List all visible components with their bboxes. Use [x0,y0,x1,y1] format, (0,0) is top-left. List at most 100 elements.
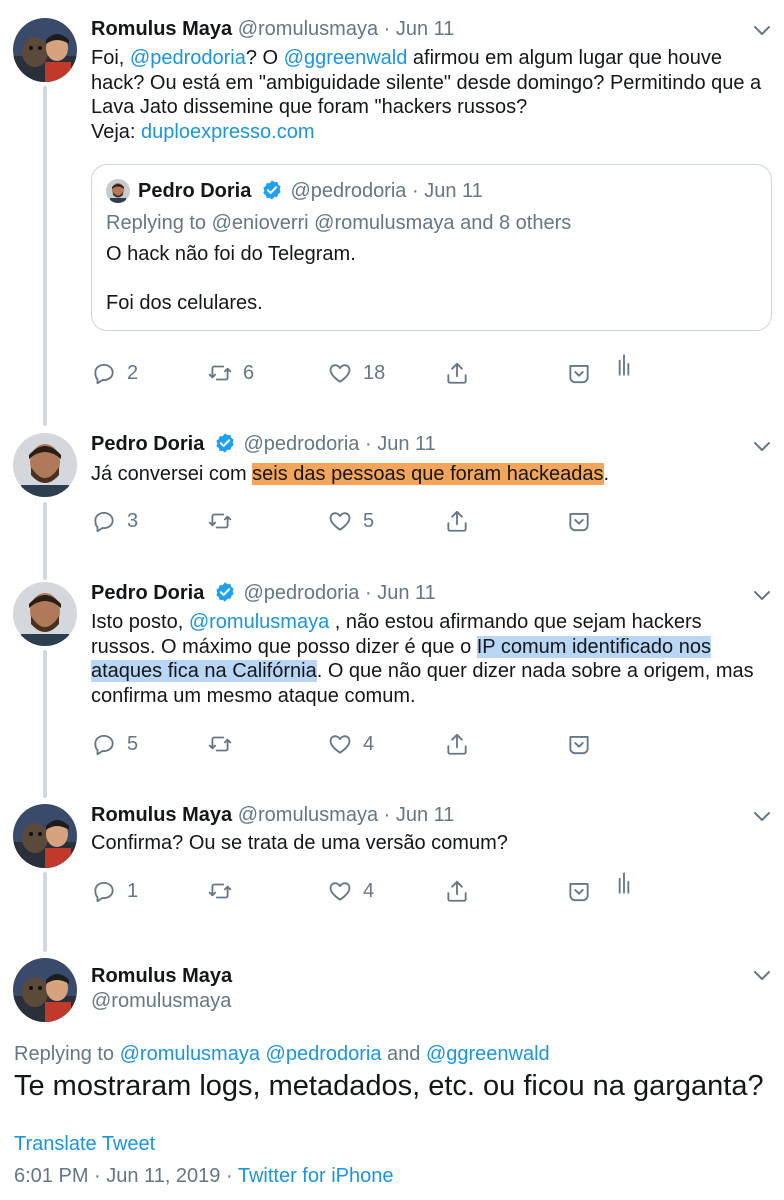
retweet-icon [208,365,232,381]
verified-badge-icon [216,582,234,602]
replying-last-handle[interactable]: @ggreenwald [426,1043,550,1065]
avatar-pedro[interactable] [13,582,77,646]
tweet-date[interactable]: Jun 11 [396,18,455,40]
share-button[interactable] [444,360,470,386]
analytics-button[interactable] [611,352,637,378]
separator-dot: · [383,804,391,826]
text-segment: Veja: [91,120,142,143]
tweet-timestamp: 6:01 PM · Jun 11, 2019 · Twitter for iPh… [14,1165,393,1188]
main-author-handle[interactable]: @romulusmaya [91,990,231,1013]
tweet-header: Romulus Maya @romulusmaya · Jun 11 [91,803,454,827]
mention-link[interactable]: @romulusmaya [189,611,329,633]
tweet-date[interactable]: Jun 11 [377,433,436,455]
translate-tweet-link[interactable]: Translate Tweet [14,1133,155,1156]
share-button[interactable] [444,878,470,904]
like-icon [329,364,351,383]
tip-button[interactable] [566,360,592,386]
share-icon [447,510,467,532]
text-segment: . [603,463,610,485]
replying-prefix: Replying to [14,1043,120,1065]
analytics-icon [618,872,630,894]
tip-button[interactable] [566,878,592,904]
tweet-date[interactable]: Jun 11 [377,582,436,604]
quote-text-line2: Foi dos celulares. [106,292,263,314]
like-button[interactable]: 18 [327,360,385,386]
chevron-down-icon[interactable] [752,806,772,826]
avatar-romulus[interactable] [13,804,77,868]
chevron-down-icon[interactable] [752,20,772,40]
author-name[interactable]: Romulus Maya [91,804,232,826]
source-link[interactable]: Twitter for iPhone [238,1165,394,1187]
reply-button[interactable]: 3 [91,508,138,534]
analytics-button[interactable] [611,870,637,896]
main-author-name[interactable]: Romulus Maya [91,965,232,988]
tweet-header: Pedro Doria @pedrodoria · Jun 11 [91,581,436,605]
highlighted-text: seis das pessoas que foram hackeadas [252,463,604,485]
tweet-date[interactable]: Jun 11 [396,804,455,826]
author-handle[interactable]: @pedrodoria [243,433,359,455]
avatar-romulus[interactable] [13,18,77,82]
retweet-button[interactable] [207,508,233,534]
author-handle[interactable]: @romulusmaya [238,18,378,40]
thread-line [43,872,47,952]
heart-in-box-icon [569,365,589,384]
separator-dot: · [364,582,372,604]
share-button[interactable] [444,508,470,534]
replying-to: Replying to @romulusmaya @pedrodoria and… [14,1043,550,1066]
like-icon [329,882,351,901]
separator-dot: · [383,18,391,40]
text-segment: Isto posto, [91,611,189,633]
retweet-button[interactable]: 6 [207,360,254,386]
like-icon [329,735,351,754]
separator-dot: · [411,180,419,202]
tweet-text: Confirma? Ou se trata de uma versão comu… [91,832,508,854]
tip-button[interactable] [566,508,592,534]
like-button[interactable]: 4 [327,878,374,904]
text-segment: Foi, [91,47,130,69]
like-button[interactable]: 4 [327,731,374,757]
author-name[interactable]: Pedro Doria [91,582,204,604]
author-handle[interactable]: @romulusmaya [238,804,378,826]
share-icon [447,880,467,902]
reply-icon [94,734,114,756]
url-link[interactable]: duploexpresso.com [141,121,314,143]
author-name[interactable]: Romulus Maya [91,18,232,40]
avatar-romulus[interactable] [13,958,77,1022]
retweet-button[interactable] [207,878,233,904]
quoted-tweet[interactable]: Pedro Doria @pedrodoria · Jun 11 Replyin… [91,164,772,331]
avatar-pedro-small [106,179,130,203]
retweet-icon [208,736,232,752]
timestamp-text: 6:01 PM · Jun 11, 2019 · [14,1165,238,1187]
quote-header: Pedro Doria @pedrodoria · Jun 11 [138,179,483,203]
reply-icon [94,881,114,903]
chevron-down-icon[interactable] [752,965,772,985]
reply-icon [94,511,114,533]
mention-link[interactable]: @pedrodoria [130,47,246,69]
separator-dot: · [364,433,372,455]
heart-in-box-icon [569,513,589,532]
reply-button[interactable]: 2 [91,360,138,386]
chevron-down-icon[interactable] [752,585,772,605]
avatar-pedro[interactable] [13,433,77,497]
quote-text-line1: O hack não foi do Telegram. [106,243,356,265]
retweet-button[interactable] [207,731,233,757]
reply-count: 1 [127,880,139,902]
like-button[interactable]: 5 [327,508,374,534]
author-handle[interactable]: @pedrodoria [243,582,359,604]
author-name[interactable]: Pedro Doria [91,433,204,455]
retweet-count: 6 [243,362,255,384]
quote-author-handle: @pedrodoria [290,180,407,202]
chevron-down-icon[interactable] [752,436,772,456]
quote-date: Jun 11 [424,180,483,202]
share-icon [447,733,467,755]
reply-button[interactable]: 5 [91,731,138,757]
like-count: 4 [363,733,375,755]
replying-handles[interactable]: @romulusmaya @pedrodoria [120,1043,382,1065]
mention-link[interactable]: @ggreenwald [284,47,408,69]
tip-button[interactable] [566,731,592,757]
retweet-icon [208,883,232,899]
reply-button[interactable]: 1 [91,878,138,904]
thread-line [43,502,47,580]
tweet-text: Isto posto, @romulusmaya , não estou afi… [91,610,771,708]
share-button[interactable] [444,731,470,757]
